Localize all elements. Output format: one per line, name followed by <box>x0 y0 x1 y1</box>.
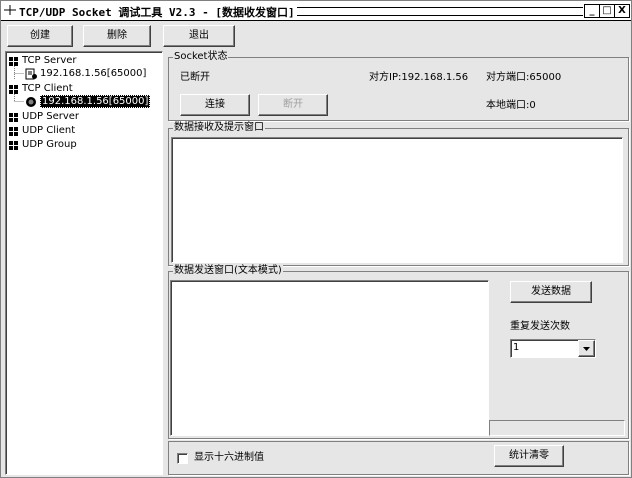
udp-server-icon <box>9 113 18 122</box>
send-textarea[interactable] <box>170 280 489 436</box>
tcp-server-icon <box>9 57 18 66</box>
footer-group: 显示十六进制值 统计清零 <box>168 441 629 475</box>
tree-item-tcp-server-conn[interactable]: 192.168.1.56[65000] <box>40 68 146 80</box>
connection-state: 已断开 <box>180 72 210 83</box>
exit-button[interactable]: 退出 <box>163 25 235 47</box>
remote-port: 对方端口:65000 <box>486 72 562 83</box>
send-data-button[interactable]: 发送数据 <box>510 281 592 303</box>
tree-item-tcp-server[interactable]: TCP Server <box>22 55 77 67</box>
receive-group: 数据接收及提示窗口 <box>168 122 629 266</box>
udp-group-icon <box>9 141 18 150</box>
socket-status-title: Socket状态 <box>173 51 229 63</box>
app-icon <box>4 5 16 15</box>
connection-tree: TCP Server 192.168.1.56[65000] TCP Clien… <box>5 51 163 475</box>
receive-title: 数据接收及提示窗口 <box>173 122 265 134</box>
main-window: TCP/UDP Socket 调试工具 V2.3 - [数据收发窗口] _ □ … <box>0 0 632 478</box>
selected-client-label: 192.168.1.56[65000] <box>40 95 151 108</box>
receive-textarea[interactable] <box>171 137 623 263</box>
clear-stats-button[interactable]: 统计清零 <box>494 445 564 467</box>
tree-item-udp-server[interactable]: UDP Server <box>22 111 79 123</box>
send-group: 数据发送窗口(文本模式) 发送数据 重复发送次数 1 <box>168 265 629 439</box>
tree-item-udp-group[interactable]: UDP Group <box>22 139 77 151</box>
chevron-down-icon <box>583 347 590 351</box>
server-connection-icon <box>25 68 37 80</box>
window-title: TCP/UDP Socket 调试工具 V2.3 - [数据收发窗口] <box>19 6 295 19</box>
client-connection-icon <box>26 97 36 107</box>
title-bar-stripes <box>297 7 583 16</box>
close-button[interactable]: X <box>614 4 630 18</box>
tree-item-tcp-client[interactable]: TCP Client <box>22 83 73 95</box>
connect-button[interactable]: 连接 <box>180 94 250 116</box>
tree-item-udp-client[interactable]: UDP Client <box>22 125 75 137</box>
repeat-count-label: 重复发送次数 <box>510 321 570 332</box>
remote-ip: 对方IP:192.168.1.56 <box>369 72 469 83</box>
repeat-count-value: 1 <box>513 342 520 353</box>
dropdown-arrow-button[interactable] <box>578 340 595 357</box>
delete-button[interactable]: 删除 <box>83 25 151 47</box>
minimize-button[interactable]: _ <box>584 4 600 18</box>
hex-checkbox[interactable] <box>177 453 188 464</box>
disconnect-button[interactable]: 断开 <box>258 94 328 116</box>
title-bar: TCP/UDP Socket 调试工具 V2.3 - [数据收发窗口] _ □ … <box>1 1 631 21</box>
hex-checkbox-label: 显示十六进制值 <box>194 452 264 463</box>
tree-item-tcp-client-conn[interactable]: 192.168.1.56[65000] <box>40 95 151 108</box>
repeat-count-select[interactable]: 1 <box>510 339 596 358</box>
maximize-button[interactable]: □ <box>599 4 615 18</box>
create-button[interactable]: 创建 <box>7 25 73 47</box>
send-title: 数据发送窗口(文本模式) <box>173 265 283 277</box>
socket-status-group: Socket状态 已断开 对方IP:192.168.1.56 对方端口:6500… <box>168 51 629 121</box>
send-status-area <box>489 420 625 436</box>
udp-client-icon <box>9 127 18 136</box>
local-port: 本地端口:0 <box>486 100 536 111</box>
tcp-client-icon <box>9 85 18 94</box>
